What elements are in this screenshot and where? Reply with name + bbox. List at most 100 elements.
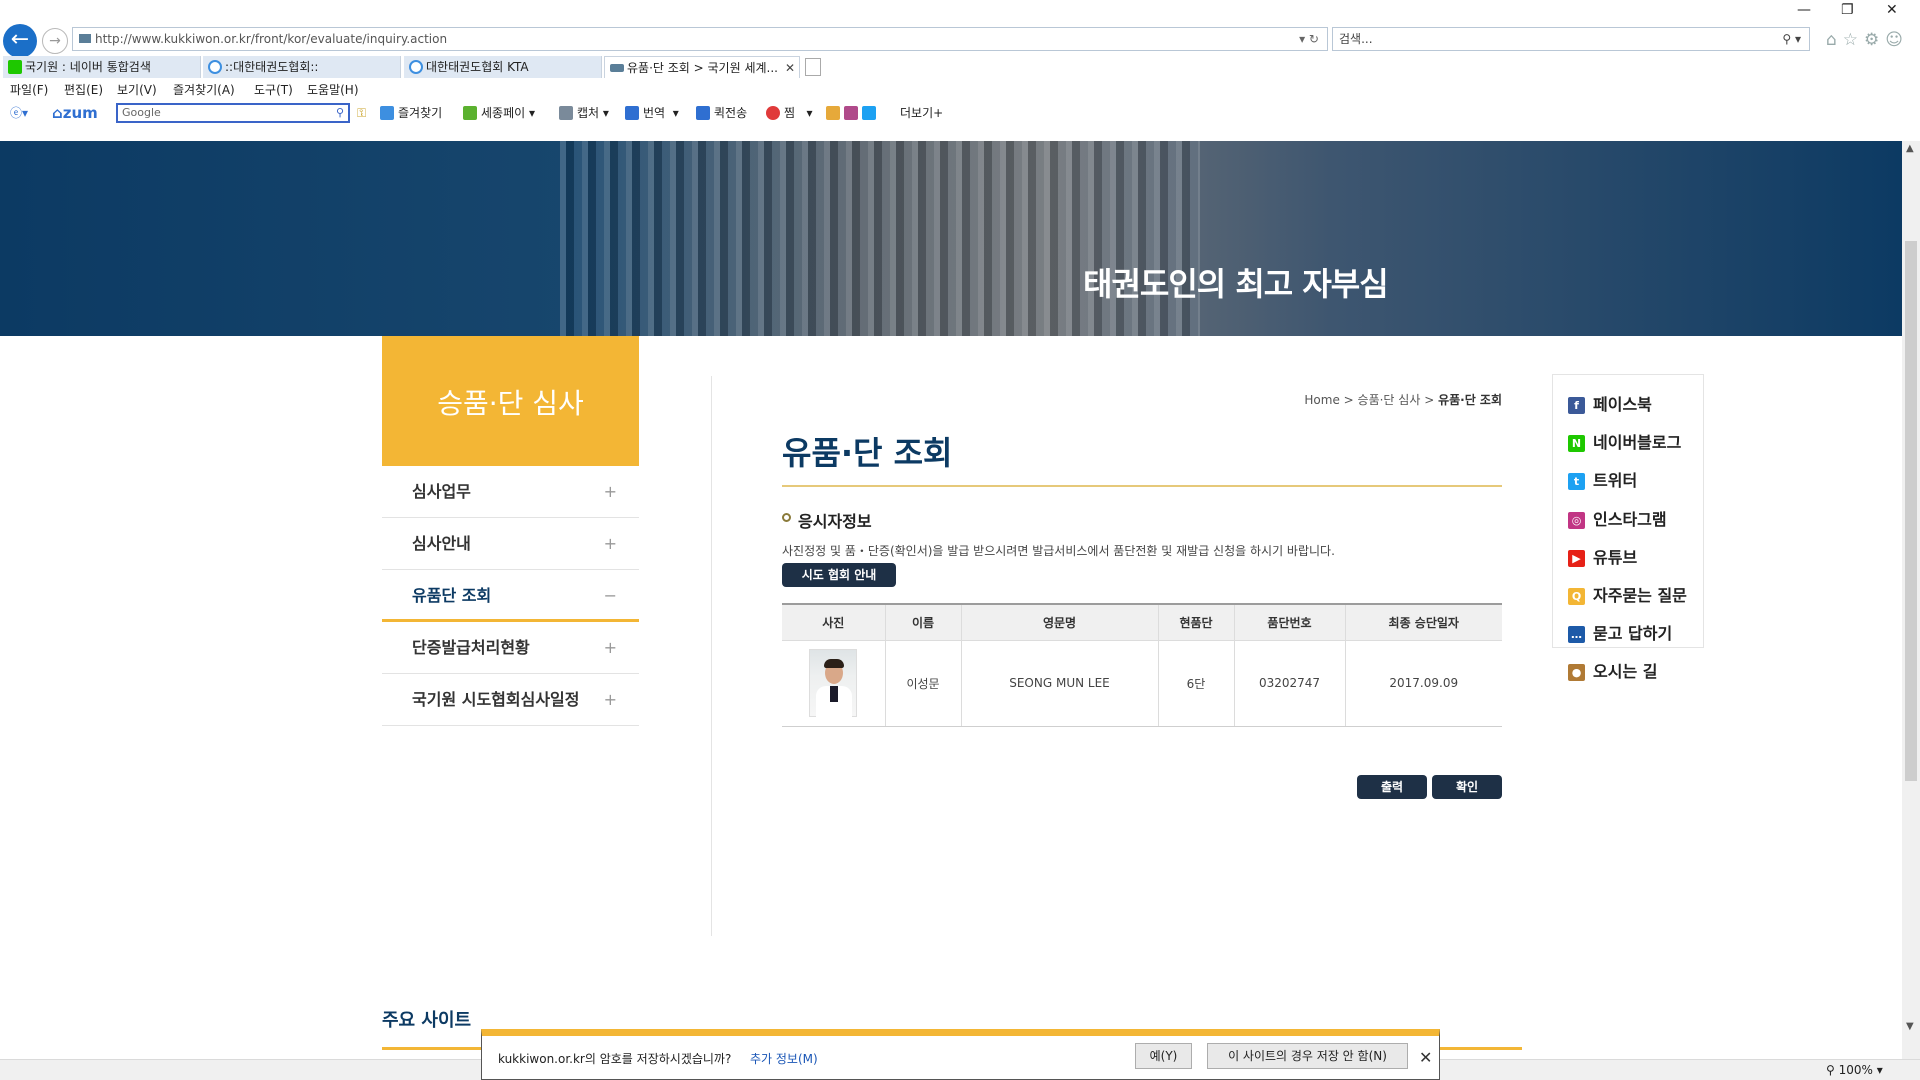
search-icon[interactable]: ⚲ ▾ — [1782, 28, 1801, 50]
extra-tools-icons[interactable] — [826, 101, 880, 125]
quick-link-naver-blog[interactable]: N 네이버블로그 — [1568, 433, 1681, 453]
zum-label: zum — [62, 104, 98, 122]
tab-label: 대한태권도협회 KTA — [426, 60, 529, 74]
favorites-label: 즐겨찾기 — [398, 106, 443, 120]
favorites-button[interactable]: 즐겨찾기 — [380, 101, 442, 125]
sidebar-item-poom-dan-inquiry[interactable]: 유품단 조회 − — [382, 570, 639, 622]
quick-link-directions[interactable]: ● 오시는 길 — [1568, 662, 1657, 682]
plus-icon: + — [603, 534, 617, 553]
home-star-gear-icons[interactable]: ⌂☆⚙☺ — [1826, 30, 1909, 50]
quick-links-panel: f 페이스북 N 네이버블로그 t 트위터 ◎ 인스타그램 ▶ 유튜브 Q 자주… — [1552, 374, 1704, 681]
scrollbar-thumb[interactable] — [1905, 241, 1917, 781]
key-icon[interactable]: ⚿ — [357, 101, 366, 125]
sejong-pay-button[interactable]: 세종페이 ▾ — [463, 101, 535, 125]
back-arrow-icon[interactable]: ← — [3, 24, 37, 58]
sidebar-item-exam-guide[interactable]: 심사안내 + — [382, 518, 639, 570]
pick-button[interactable]: 찜 ▾ — [766, 101, 813, 125]
google-placeholder: Google — [122, 106, 161, 119]
quick-link-instagram[interactable]: ◎ 인스타그램 — [1568, 510, 1667, 530]
quick-link-facebook[interactable]: f 페이스북 — [1568, 395, 1652, 415]
site-favicon-icon — [610, 64, 624, 72]
breadcrumb-home[interactable]: Home — [1304, 393, 1339, 407]
sidebar-item-regional-schedule[interactable]: 국기원 시도협회심사일정 + — [382, 674, 639, 726]
new-tab-button[interactable] — [805, 58, 821, 76]
menu-edit[interactable]: 편집(E) — [64, 79, 103, 101]
quick-send-button[interactable]: 퀵전송 — [696, 101, 747, 125]
tab-naver-search[interactable]: 국기원 : 네이버 통합검색 — [3, 56, 201, 78]
tab-label: 국기원 : 네이버 통합검색 — [25, 60, 151, 74]
zum-logo[interactable]: ⌂zum — [52, 101, 98, 125]
address-bar[interactable]: http://www.kukkiwon.or.kr/front/kor/eval… — [72, 27, 1328, 51]
breadcrumb-parent[interactable]: 승품·단 심사 — [1358, 393, 1421, 407]
sejong-pay-label: 세종페이 — [481, 106, 526, 120]
menu-tools[interactable]: 도구(T) — [254, 79, 293, 101]
vertical-scrollbar[interactable]: ▲ ▼ — [1902, 141, 1920, 1059]
capture-button[interactable]: 캡처 ▾ — [559, 101, 609, 125]
header-current-dan: 현품단 — [1158, 603, 1235, 641]
sidebar-item-exam-work[interactable]: 심사업무 + — [382, 466, 639, 518]
translate-button[interactable]: 번역 ▾ — [625, 101, 679, 125]
site-favicon-icon — [79, 34, 91, 43]
content-divider — [711, 376, 712, 936]
twitter-small-icon — [862, 106, 876, 120]
zoom-level[interactable]: ⚲ 100% ▾ — [1826, 1063, 1883, 1077]
tab-kta-1[interactable]: ::대한태권도협회:: — [203, 56, 401, 78]
print-button[interactable]: 출력 — [1357, 775, 1427, 799]
tab-kta-2[interactable]: 대한태권도협회 KTA — [404, 56, 602, 78]
quick-link-label: 네이버블로그 — [1593, 433, 1682, 452]
sidebar-item-label: 심사업무 — [412, 482, 471, 501]
menu-favorites[interactable]: 즐겨찾기(A) — [173, 79, 235, 101]
dan-cell: 6단 — [1158, 640, 1235, 727]
web-page: 태권도인의 최고 자부심 승품·단 심사 심사업무 + 심사안내 + 유품단 조… — [0, 141, 1902, 1080]
header-english-name: 영문명 — [961, 603, 1159, 641]
photo-cell — [782, 640, 886, 727]
close-tab-icon[interactable]: ✕ — [785, 57, 795, 78]
confirm-button[interactable]: 확인 — [1432, 775, 1502, 799]
youtube-icon: ▶ — [1568, 550, 1585, 567]
tab-kukkiwon[interactable]: 유품·단 조회 > 국기원 세계... ✕ — [604, 56, 800, 78]
search-placeholder: 검색... — [1339, 32, 1373, 46]
quick-link-faq[interactable]: Q 자주묻는 질문 — [1568, 586, 1687, 606]
ie-logo-icon[interactable]: ⓔ▾ — [10, 101, 28, 125]
more-button[interactable]: 더보기+ — [900, 101, 943, 125]
hair-shape — [824, 659, 845, 668]
restore-button[interactable]: ❐ — [1841, 2, 1854, 18]
forward-arrow-icon[interactable]: → — [42, 28, 68, 54]
sidebar-item-certificate-status[interactable]: 단증발급처리현황 + — [382, 622, 639, 674]
address-row: ← → http://www.kukkiwon.or.kr/front/kor/… — [0, 22, 1920, 58]
regional-association-button[interactable]: 시도 협회 안내 — [782, 563, 896, 587]
quick-link-twitter[interactable]: t 트위터 — [1568, 471, 1637, 491]
header-dan-number: 품단번호 — [1234, 603, 1346, 641]
quick-link-qna[interactable]: … 묻고 답하기 — [1568, 624, 1672, 644]
tab-bar: 국기원 : 네이버 통합검색 ::대한태권도협회:: 대한태권도협회 KTA 유… — [0, 56, 1920, 78]
refresh-icon[interactable]: ▾ ↻ — [1299, 28, 1319, 50]
menu-help[interactable]: 도움말(H) — [307, 79, 359, 101]
breadcrumb-current: 유품·단 조회 — [1438, 393, 1502, 407]
quick-link-youtube[interactable]: ▶ 유튜브 — [1568, 548, 1637, 568]
search-icon[interactable]: ⚲ — [336, 105, 344, 121]
scroll-down-arrow-icon[interactable]: ▼ — [1906, 1021, 1914, 1032]
close-icon[interactable]: ✕ — [1419, 1048, 1432, 1067]
sidebar-item-label: 단증발급처리현황 — [412, 638, 530, 657]
capture-icon — [559, 106, 573, 120]
capture-label: 캡처 — [577, 106, 600, 120]
qna-icon: … — [1568, 626, 1585, 643]
menu-file[interactable]: 파일(F) — [10, 79, 48, 101]
never-save-button[interactable]: 이 사이트의 경우 저장 안 함(N) — [1207, 1043, 1408, 1069]
browser-chrome: — ❐ ✕ ← → http://www.kukkiwon.or.kr/fron… — [0, 0, 1920, 141]
minimize-button[interactable]: — — [1797, 2, 1811, 18]
hero-banner: 태권도인의 최고 자부심 — [0, 141, 1902, 336]
quick-send-icon — [696, 106, 710, 120]
more-info-link[interactable]: 추가 정보(M) — [750, 1050, 818, 1067]
browser-search-input[interactable]: 검색... ⚲ ▾ — [1332, 27, 1810, 51]
taekwondo-crowd-image — [560, 141, 1200, 336]
scroll-up-arrow-icon[interactable]: ▲ — [1906, 143, 1914, 154]
save-password-notification: kukkiwon.or.kr의 암호를 저장하시겠습니까? 추가 정보(M) 예… — [481, 1029, 1440, 1080]
google-search-input[interactable]: Google ⚲ — [116, 103, 350, 123]
plus-icon: + — [603, 638, 617, 657]
heart-icon — [766, 106, 780, 120]
quick-link-label: 오시는 길 — [1593, 662, 1658, 681]
close-window-button[interactable]: ✕ — [1886, 2, 1898, 18]
menu-view[interactable]: 보기(V) — [117, 79, 157, 101]
save-yes-button[interactable]: 예(Y) — [1135, 1043, 1192, 1069]
